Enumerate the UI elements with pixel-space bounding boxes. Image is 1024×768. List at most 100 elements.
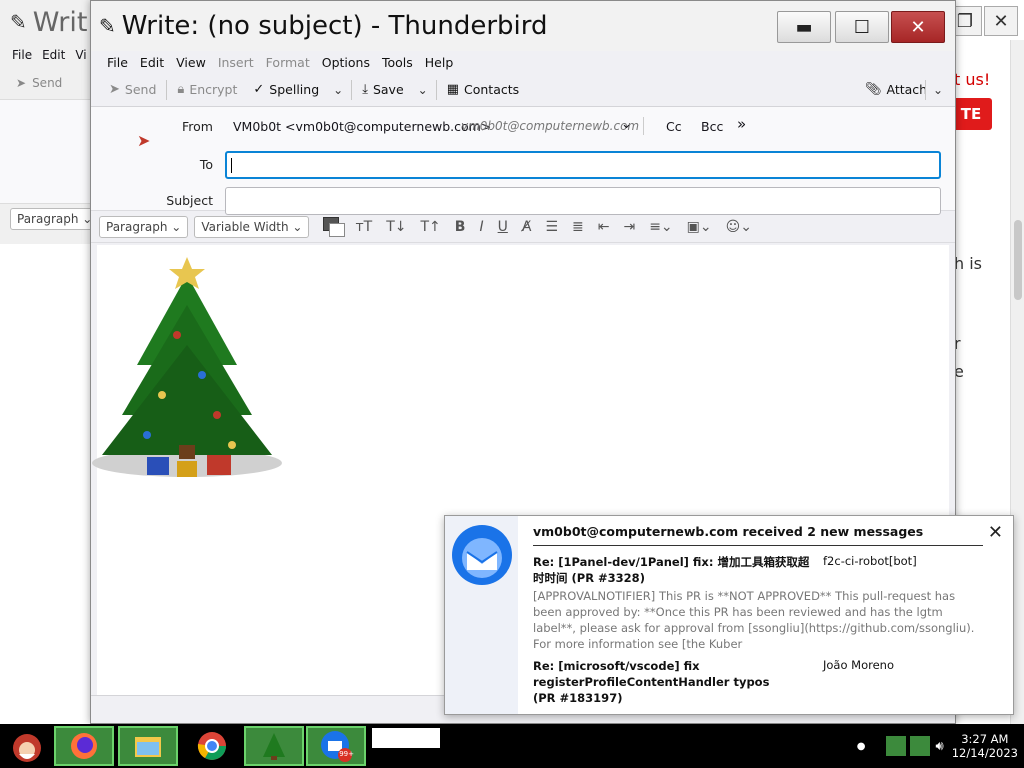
menu-tools[interactable]: Tools (376, 55, 419, 70)
lock-icon: 🔒︎ (177, 82, 185, 97)
close-button[interactable]: ✕ (891, 11, 945, 43)
message-sender: João Moreno (823, 658, 894, 672)
pencil-icon: ✎ (99, 14, 116, 38)
menu-insert[interactable]: Insert (212, 55, 260, 70)
chevron-down-icon[interactable]: ⌄ (327, 83, 349, 97)
bullet-list-icon[interactable]: ☰ (541, 219, 562, 235)
background-toolbar: ➤ Send (0, 66, 99, 100)
download-icon: ⤓ (362, 82, 368, 97)
text-color-picker[interactable] (323, 216, 346, 237)
from-label: From (182, 119, 213, 134)
taskbar-window-preview[interactable] (372, 728, 440, 748)
send-icon: ➤ (16, 75, 27, 90)
outdent-icon[interactable]: ⇤ (594, 219, 614, 235)
notification-header: vm0b0t@computernewb.com received 2 new m… (533, 524, 924, 539)
bold-icon[interactable]: B (451, 219, 470, 235)
spelling-button[interactable]: ✓ Spelling (245, 78, 327, 101)
paragraph-format-select[interactable]: Paragraph ⌄ (99, 215, 189, 238)
close-icon: ✕ (910, 16, 926, 38)
insert-image-icon[interactable]: ▣⌄ (683, 219, 716, 235)
clock-date: 12/14/2023 (951, 746, 1018, 760)
background-menubar: File Edit Vi (0, 44, 99, 66)
minimize-button[interactable]: ▬ (777, 11, 831, 43)
start-button[interactable] (2, 726, 52, 766)
emoji-icon[interactable]: ☺⌄ (722, 219, 756, 235)
background-headers (0, 100, 99, 204)
taskbar-chrome[interactable] (182, 726, 242, 766)
bg-menu-view[interactable]: Vi (75, 48, 86, 62)
increase-size-icon[interactable]: T↑ (417, 219, 445, 235)
message-subject[interactable]: Re: [1Panel-dev/1Panel] fix: 增加工具箱获取超时时间… (533, 554, 817, 586)
underline-icon[interactable]: U (494, 219, 512, 235)
message-subject[interactable]: Re: [microsoft/vscode] fix registerProfi… (533, 658, 773, 706)
italic-icon[interactable]: I (475, 219, 487, 235)
bg-page-text: h is (954, 254, 983, 273)
bg-paragraph-select[interactable]: Paragraph ⌄ (10, 208, 99, 230)
taskbar-firefox[interactable] (54, 726, 114, 766)
background-format-bar: Paragraph ⌄ (0, 204, 99, 234)
chevron-down-icon[interactable]: ⌄ (621, 117, 632, 132)
paperclip-icon: 📎︎ (865, 82, 882, 97)
taskbar-thunderbird[interactable]: 99+ (306, 726, 366, 766)
bg-menu-file[interactable]: File (12, 48, 32, 62)
chevron-down-icon[interactable]: ⌄ (927, 83, 949, 97)
bg-page-text: t us! (954, 70, 991, 89)
save-button[interactable]: ⤓ Save (354, 78, 411, 101)
toolbar-separator (435, 79, 437, 100)
message-sender: f2c-ci-robot[bot] (823, 554, 917, 568)
remove-style-icon[interactable]: A̸ (518, 219, 536, 235)
attach-button[interactable]: 📎︎ Attach (857, 78, 935, 101)
formatting-toolbar: Paragraph ⌄ Variable Width ⌄ ᴛT T↓ T↑ B … (91, 211, 955, 243)
maximize-icon: ☐ (853, 16, 871, 38)
decrease-size-icon[interactable]: T↓ (382, 219, 410, 235)
title-bar[interactable]: ✎ Write: (no subject) - Thunderbird ▬ ☐ … (91, 1, 955, 51)
send-button[interactable]: ➤ Send (101, 78, 164, 101)
mouse-cursor-icon: ➤ (137, 131, 151, 150)
taskbar-tree-app[interactable] (244, 726, 304, 766)
scrollbar-thumb[interactable] (1014, 220, 1022, 300)
tray-dot-icon[interactable]: ● (857, 741, 866, 752)
align-icon[interactable]: ≡⌄ (645, 219, 676, 235)
system-clock[interactable]: 3:27 AM 12/14/2023 (952, 732, 1018, 760)
bg-page-button[interactable]: TE (950, 98, 992, 130)
volume-icon[interactable]: 🔊︎ (936, 739, 944, 754)
tray-app-icon[interactable] (909, 736, 930, 756)
from-identity[interactable]: VM0b0t <vm0b0t@computernewb.com> (233, 119, 491, 134)
bg-menu-edit[interactable]: Edit (42, 48, 65, 62)
cc-button[interactable]: Cc (666, 119, 682, 134)
background-compose-window[interactable]: ✎ Writ File Edit Vi ➤ Send Paragraph ⌄ (0, 0, 100, 724)
menu-view[interactable]: View (170, 55, 212, 70)
notification-divider (533, 545, 983, 546)
menu-help[interactable]: Help (419, 55, 460, 70)
more-fields-icon[interactable]: » (737, 115, 746, 133)
spelling-label: Spelling (269, 82, 320, 97)
menu-format[interactable]: Format (260, 55, 316, 70)
chevron-down-icon[interactable]: ⌄ (412, 83, 434, 97)
bcc-button[interactable]: Bcc (701, 119, 723, 134)
indent-icon[interactable]: ⇥ (619, 219, 639, 235)
unread-badge: 99+ (339, 750, 354, 758)
menu-options[interactable]: Options (316, 55, 376, 70)
taskbar-file-explorer[interactable] (118, 726, 178, 766)
encrypt-button[interactable]: 🔒︎ Encrypt (169, 78, 245, 101)
christmas-tree-icon (263, 733, 285, 760)
subject-input[interactable] (225, 187, 941, 215)
bg-send-label[interactable]: Send (32, 76, 62, 90)
contacts-button[interactable]: ▦ Contacts (439, 78, 527, 101)
menu-file[interactable]: File (101, 55, 134, 70)
firefox-icon (71, 733, 97, 759)
send-icon: ➤ (109, 82, 120, 97)
new-mail-notification[interactable]: vm0b0t@computernewb.com received 2 new m… (444, 515, 1014, 715)
message-preview: [APPROVALNOTIFIER] This PR is **NOT APPR… (533, 589, 975, 651)
compose-toolbar: ➤ Send 🔒︎ Encrypt ✓ Spelling ⌄ ⤓ Save ⌄ … (91, 73, 955, 107)
maximize-button[interactable]: ☐ (835, 11, 889, 43)
to-input[interactable] (225, 151, 941, 179)
smaller-text-icon[interactable]: ᴛT (351, 219, 376, 235)
from-address-hint: vm0b0t@computernewb.com (461, 119, 640, 133)
notification-close-icon[interactable]: ✕ (988, 522, 1003, 543)
numbered-list-icon[interactable]: ≣ (568, 219, 588, 235)
menu-edit[interactable]: Edit (134, 55, 170, 70)
tray-network-icon[interactable] (885, 736, 906, 756)
close-icon[interactable]: ✕ (984, 6, 1018, 36)
font-select[interactable]: Variable Width ⌄ (194, 215, 310, 238)
